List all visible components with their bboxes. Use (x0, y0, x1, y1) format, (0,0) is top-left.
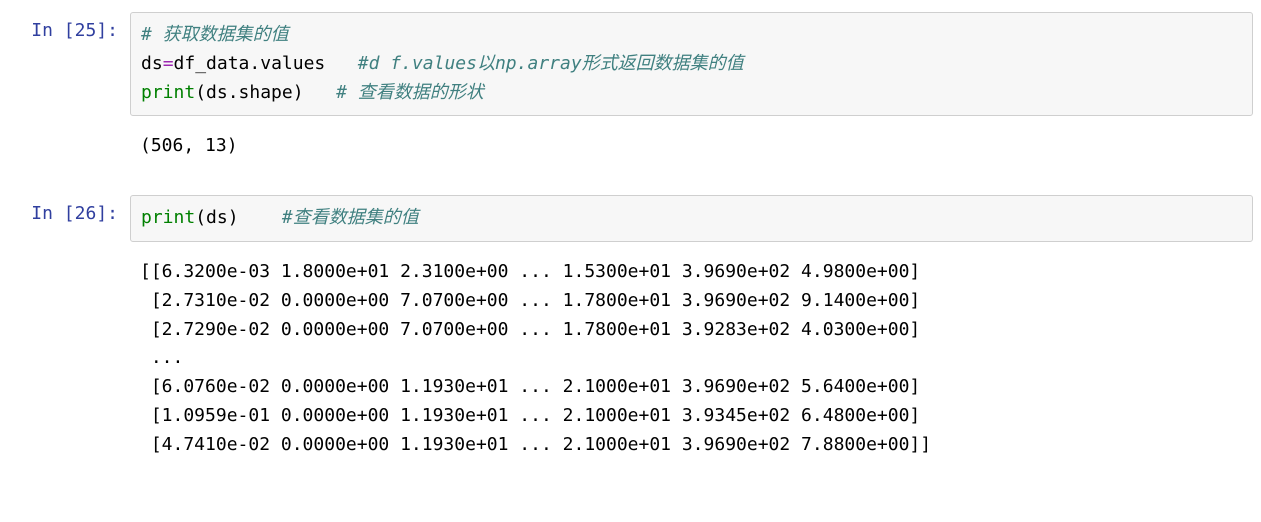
code-operator: = (163, 53, 174, 74)
cell-25-input-row: In [25]: # 获取数据集的值 ds=df_data.values #d … (8, 12, 1253, 116)
cell-25-code[interactable]: # 获取数据集的值 ds=df_data.values #d f.values以… (130, 12, 1253, 116)
cell-26-input-row: In [26]: print(ds) #查看数据集的值 (8, 195, 1253, 242)
notebook-container: In [25]: # 获取数据集的值 ds=df_data.values #d … (0, 0, 1261, 500)
code-comment: # 获取数据集的值 (141, 24, 289, 45)
cell-26-output-row: [[6.3200e-03 1.8000e+01 2.3100e+00 ... 1… (8, 250, 1253, 468)
code-comment: # 查看数据的形状 (336, 82, 484, 103)
code-comment: #查看数据集的值 (282, 207, 419, 228)
cell-26-code[interactable]: print(ds) #查看数据集的值 (130, 195, 1253, 242)
code-comment: #d f.values以np.array形式返回数据集的值 (358, 53, 744, 74)
code-builtin: print (141, 207, 195, 228)
cell-26-prompt: In [26]: (8, 195, 130, 224)
cell-26-output: [[6.3200e-03 1.8000e+01 2.3100e+00 ... 1… (130, 250, 1253, 468)
code-builtin: print (141, 82, 195, 103)
code-call: (ds) (195, 207, 282, 228)
cell-25-output-row: (506, 13) (8, 124, 1253, 169)
cell-25-output-prompt (8, 124, 130, 153)
code-identifier: ds (141, 53, 163, 74)
cell-26-output-prompt (8, 250, 130, 279)
cell-25-output: (506, 13) (130, 124, 1253, 169)
code-call: (ds.shape) (195, 82, 336, 103)
spacer (8, 177, 1253, 195)
cell-25-prompt: In [25]: (8, 12, 130, 41)
code-expr: df_data.values (174, 53, 358, 74)
